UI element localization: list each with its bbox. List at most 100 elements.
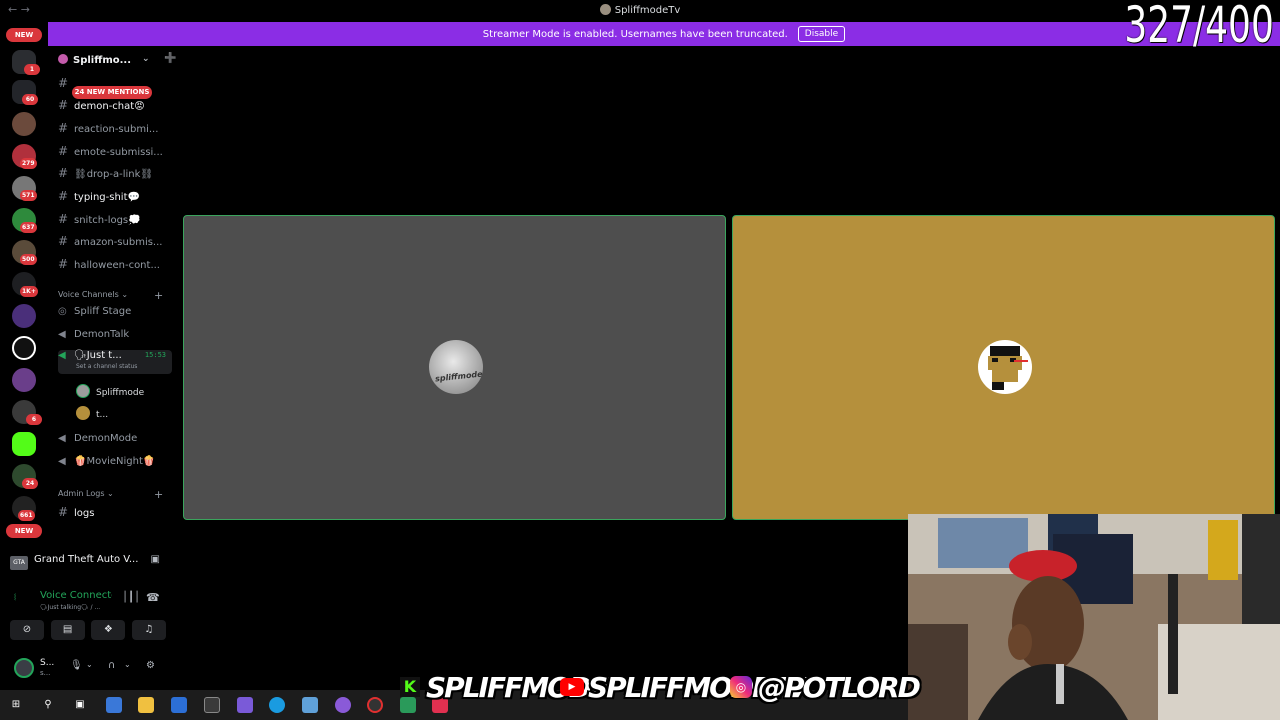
social-handles-overlay: K SPLIFFMODE ▶ SPLIFFMODETV ◎ @POTLORD xyxy=(400,664,921,710)
user-name[interactable]: S... xyxy=(40,658,54,668)
server-badge-9: 24 xyxy=(22,478,38,489)
hash-icon: # xyxy=(58,76,69,90)
user-avatar[interactable] xyxy=(14,658,34,678)
text-channel-amazon[interactable]: # amazon-submis... xyxy=(58,234,174,252)
user-status: s... xyxy=(40,669,51,677)
taskbar-app-3-icon[interactable] xyxy=(302,697,318,713)
search-icon[interactable]: ⚲ xyxy=(40,697,56,713)
new-unreads-top-pill[interactable]: NEW xyxy=(6,28,42,42)
new-unreads-bottom-pill[interactable]: NEW xyxy=(6,524,42,538)
task-view-icon[interactable]: ▣ xyxy=(72,697,88,713)
server-icon-kick[interactable] xyxy=(12,432,36,456)
channel-label: logs xyxy=(74,508,95,519)
hash-icon: # xyxy=(58,505,69,519)
voice-user-2[interactable]: t... xyxy=(76,406,108,422)
channel-label: typing-shit💬 xyxy=(74,192,140,203)
speaker-icon: ◀ xyxy=(58,456,66,467)
activities-button[interactable]: ❖ xyxy=(91,620,126,640)
server-name: Spliffmo... xyxy=(73,55,132,66)
noise-suppression-icon[interactable]: │┃│ xyxy=(122,592,140,603)
voice-channel-demonmode[interactable]: ◀ DemonMode xyxy=(58,433,172,451)
signal-icon[interactable]: ⧙ xyxy=(14,592,16,603)
instagram-logo-icon: ◎ xyxy=(730,676,752,698)
kick-logo-icon: K xyxy=(400,677,420,697)
microphone-icon[interactable]: 🎙 xyxy=(70,660,83,671)
text-channel-snitch-logs[interactable]: # snitch-logs💭 xyxy=(58,212,174,230)
server-badge-10: 661 xyxy=(18,510,35,521)
channel-sidebar: Spliffmo... ⌄ ➕ # 24 NEW MENTIONS # demon… xyxy=(48,46,176,540)
text-channel-halloween[interactable]: # halloween-cont... xyxy=(58,257,174,275)
hash-icon: # xyxy=(58,121,69,135)
server-badge-2: 60 xyxy=(22,94,38,105)
text-channel-typing[interactable]: # typing-shit💬 xyxy=(58,189,174,207)
start-icon[interactable]: ⊞ xyxy=(8,697,24,713)
voice-channel-just-talking[interactable]: ◀ 🗣Just t... 15:53 Set a channel status xyxy=(58,350,172,374)
mail-icon[interactable] xyxy=(171,697,187,713)
voice-channel-movienight[interactable]: ◀ 🍿MovieNight🍿 xyxy=(58,456,172,474)
obs-icon[interactable] xyxy=(367,697,383,713)
disconnect-icon[interactable]: ☎ xyxy=(146,591,160,604)
add-channel-icon[interactable]: + xyxy=(154,289,163,302)
server-icon-9[interactable] xyxy=(12,304,36,328)
activity-panel[interactable]: GTA Grand Theft Auto V... ▣ xyxy=(10,554,170,574)
screen-share-icon[interactable]: ▣ xyxy=(151,554,160,565)
camera-off-button[interactable]: ⊘ xyxy=(10,620,44,640)
channel-label: emote-submissi... xyxy=(74,147,163,158)
streamer-mode-banner: Streamer Mode is enabled. Usernames have… xyxy=(48,22,1280,46)
server-badge-5: 637 xyxy=(20,222,37,233)
voice-connected-label[interactable]: Voice Connected xyxy=(40,590,112,601)
chevron-down-icon[interactable]: ⌄ xyxy=(124,660,131,669)
speaker-icon: ◀ xyxy=(58,329,66,340)
text-channel-logs[interactable]: # logs xyxy=(58,505,174,523)
disable-streamer-mode-button[interactable]: Disable xyxy=(797,26,846,42)
window-title: SpliffmodeTv xyxy=(0,4,1280,16)
streamer-webcam xyxy=(908,514,1280,720)
gear-icon[interactable]: ⚙ xyxy=(146,660,155,671)
headphones-icon[interactable]: ∩ xyxy=(108,660,115,671)
channel-label: snitch-logs💭 xyxy=(74,215,141,226)
hash-icon: # xyxy=(58,212,69,226)
voice-connected-channel[interactable]: 🗣Just talking🗣 / ... xyxy=(40,604,100,611)
category-voice-channels[interactable]: Voice Channels ⌄ + xyxy=(58,289,163,302)
server-header[interactable]: Spliffmo... ⌄ ➕ xyxy=(58,53,176,72)
subgoal-counter: 327/400 xyxy=(1124,0,1274,54)
store-icon[interactable] xyxy=(204,697,220,713)
server-badge-6: 500 xyxy=(20,254,37,265)
server-icon-10[interactable] xyxy=(12,336,36,360)
voice-user-spliffmode[interactable]: Spliffmode xyxy=(76,384,144,400)
server-icon-11[interactable] xyxy=(12,368,36,392)
voice-tile-spliffmode[interactable]: spliffmode xyxy=(183,215,726,520)
chevron-down-icon[interactable]: ⌄ xyxy=(142,54,150,64)
share-screen-button[interactable]: ▤ xyxy=(50,620,85,640)
voice-tile-participant-2[interactable] xyxy=(732,215,1275,520)
self-user-bar: S... s... 🎙 ⌄ ∩ ⌄ ⚙ xyxy=(10,656,170,682)
stage-icon: ◎ xyxy=(58,306,67,317)
kick-handle-wrap: SPLIFFMODE xyxy=(426,671,609,704)
window-titlebar: ← → SpliffmodeTv xyxy=(0,0,1280,22)
file-explorer-icon[interactable] xyxy=(138,697,154,713)
voice-channel-spliff-stage[interactable]: ◎ Spliff Stage xyxy=(58,306,172,324)
channel-status-prompt[interactable]: Set a channel status xyxy=(76,363,137,370)
channel-label: amazon-submis... xyxy=(74,237,163,248)
voice-channel-demontalk[interactable]: ◀ DemonTalk xyxy=(58,329,172,347)
user-panel: GTA Grand Theft Auto V... ▣ ⧙ Voice Conne… xyxy=(0,546,176,690)
soundboard-button[interactable]: ♫ xyxy=(131,620,166,640)
screen: { "window": { "title": "SpliffmodeTv", "… xyxy=(0,0,1280,720)
edge-icon[interactable] xyxy=(269,697,285,713)
taskbar-app-2-icon[interactable] xyxy=(237,697,253,713)
add-user-icon[interactable]: ➕ xyxy=(164,53,176,64)
chevron-down-icon[interactable]: ⌄ xyxy=(86,660,93,669)
taskbar-app-4-icon[interactable] xyxy=(335,697,351,713)
text-channel-reaction[interactable]: # reaction-submi... xyxy=(58,121,174,139)
server-icon-3[interactable] xyxy=(12,112,36,136)
voice-channel-label: 🗣Just t... xyxy=(74,350,122,361)
hash-icon: # xyxy=(58,189,69,203)
add-channel-icon[interactable]: + xyxy=(154,488,163,501)
text-channel-demon-chat[interactable]: # demon-chat😡 xyxy=(58,98,174,116)
youtube-handle-wrap: SPLIFFMODETV xyxy=(588,671,808,704)
text-channel-emote[interactable]: # emote-submissi... xyxy=(58,144,174,162)
category-admin-logs[interactable]: Admin Logs ⌄ + xyxy=(58,488,163,501)
text-channel-drop-a-link[interactable]: # ⛓drop-a-link⛓ xyxy=(58,166,174,184)
taskbar-app-1-icon[interactable] xyxy=(106,697,122,713)
streamer-mode-text: Streamer Mode is enabled. Usernames have… xyxy=(482,28,788,40)
